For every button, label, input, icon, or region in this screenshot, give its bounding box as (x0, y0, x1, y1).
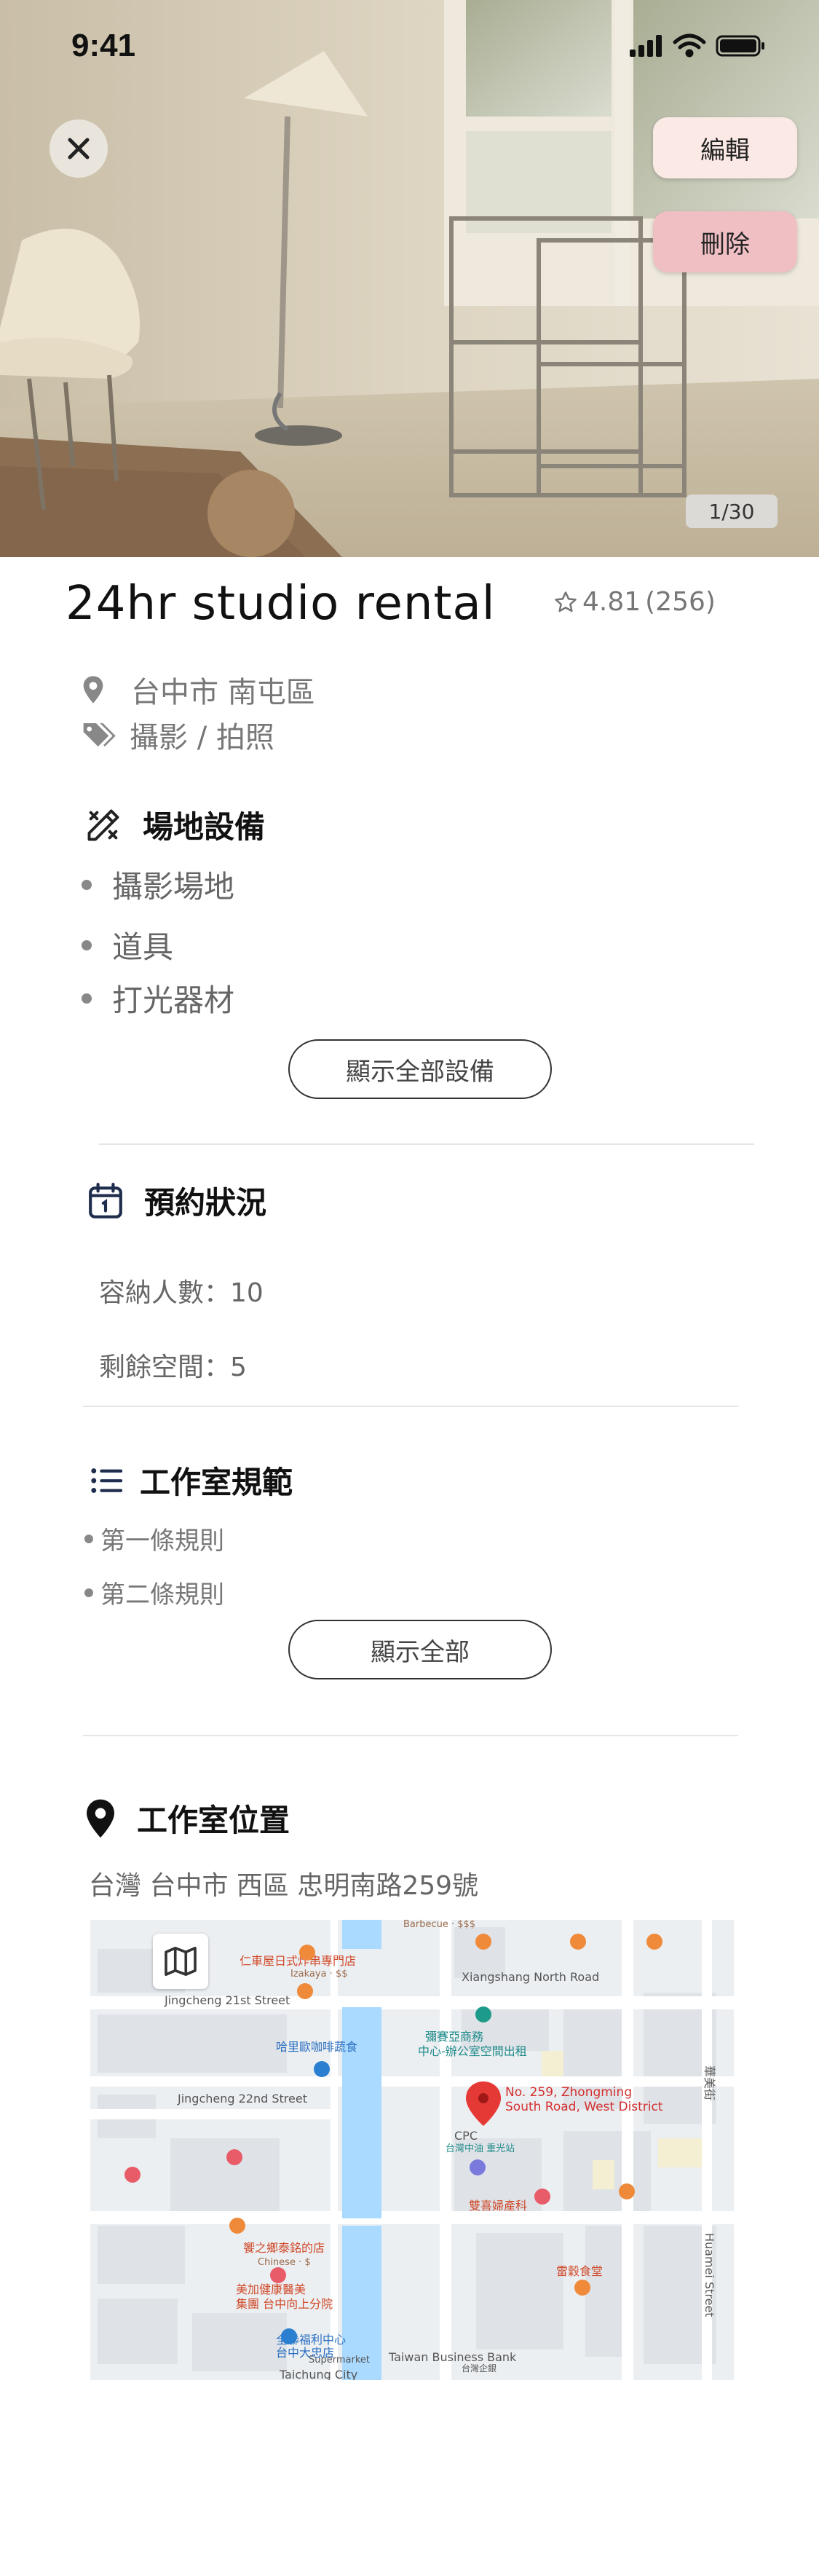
bullet (82, 879, 92, 890)
list-icon (91, 1468, 123, 1493)
map-label: Taiwan Business Bank (388, 2350, 517, 2364)
map-label: Barbecue · $$$ (403, 1920, 475, 1930)
map-label: 彌賽亞商務 (425, 2030, 483, 2044)
wifi-icon (673, 34, 706, 58)
signal-icon (630, 35, 662, 57)
equipment-item-label: 打光器材 (112, 982, 235, 1018)
map-label: Izakaya · $$ (290, 1969, 348, 1980)
map-label: Xiangshang North Road (462, 1970, 599, 1984)
location-pin-icon (83, 676, 103, 704)
equipment-item: 攝影場地 (82, 862, 234, 907)
equipment-header: 場地設備 (84, 803, 265, 847)
hero-photo[interactable] (0, 0, 819, 557)
status-time: 9:41 (71, 28, 136, 63)
map-icon (165, 1947, 197, 1976)
capacity-text: 容納人數：10 (99, 1278, 264, 1308)
bullet (84, 1588, 93, 1597)
map-label: Jingcheng 21st Street (164, 1993, 290, 2007)
map-label: 哈里歐咖啡蔬食 (276, 2040, 357, 2054)
photo-counter: 1/30 (686, 495, 778, 528)
location-text: 台中市 南屯區 (131, 676, 315, 709)
star-icon (555, 591, 577, 612)
map-pin-icon (87, 1799, 114, 1838)
map-label: 饗之鄉泰銘的店 (243, 2241, 325, 2255)
divider (83, 1406, 738, 1407)
close-button[interactable] (50, 119, 108, 178)
battery-icon (716, 35, 764, 57)
listing-title: 24hr studio rental (66, 577, 496, 631)
map-label: 台中大忠店 (276, 2346, 334, 2360)
divider (99, 1143, 754, 1145)
equipment-item-label: 道具 (112, 929, 174, 965)
booking-heading: 預約狀況 (144, 1185, 267, 1221)
close-icon (68, 138, 90, 159)
rules-heading: 工作室規範 (140, 1465, 293, 1500)
rating-value: 4.81 (582, 587, 641, 617)
rating: 4.81 (256) (553, 587, 716, 617)
delete-button[interactable]: 刪除 (653, 211, 797, 272)
map-label: Chinese · $ (258, 2257, 311, 2268)
map-view-button[interactable] (153, 1934, 208, 1989)
map-label: 美加健康醫美 (236, 2282, 306, 2296)
equipment-item-label: 攝影場地 (112, 869, 235, 905)
equipment-item: 道具 (82, 923, 173, 967)
map-pin-label: No. 259, Zhongming (505, 2085, 632, 2100)
rating-count: (256) (645, 587, 716, 617)
map-label: 台灣中油 重光站 (446, 2143, 515, 2154)
tools-icon (87, 809, 119, 840)
rule-item: 第二條規則 (84, 1575, 224, 1610)
studio-photo (0, 0, 819, 557)
calendar-icon (89, 1182, 122, 1218)
map-label: CPC (454, 2129, 478, 2143)
category-row: 攝影 / 拍照 (82, 714, 274, 756)
equipment-heading: 場地設備 (143, 809, 266, 845)
bullet (82, 940, 92, 950)
show-all-equipment-button[interactable]: 顯示全部設備 (288, 1039, 552, 1099)
map-pin-label: South Road, West District (505, 2100, 663, 2114)
bullet (82, 993, 92, 1004)
map-label: 集團 台中向上分院 (236, 2297, 333, 2311)
rule-item: 第一條規則 (84, 1521, 224, 1556)
location-heading: 工作室位置 (137, 1803, 290, 1838)
map-label: 台灣企銀 (462, 2363, 496, 2374)
map-label: 中心-辦公室空間出租 (418, 2044, 527, 2058)
booking-header: 預約狀況 (87, 1178, 266, 1223)
bullet (84, 1534, 93, 1543)
category-text: 攝影 / 拍照 (130, 721, 274, 755)
map-label: 雙喜婦產科 (469, 2199, 527, 2213)
rule-item-label: 第一條規則 (100, 1527, 224, 1556)
remaining-space-text: 剩餘空間：5 (99, 1352, 247, 1382)
map-label: Huamei Street (703, 2233, 716, 2317)
rule-item-label: 第二條規則 (100, 1580, 224, 1610)
status-icons (630, 31, 775, 63)
map-label: 雷穀食堂 (556, 2264, 603, 2278)
edit-button[interactable]: 編輯 (653, 117, 797, 178)
location-row: 台中市 南屯區 (82, 669, 315, 711)
divider (83, 1735, 738, 1736)
map-label: 華美街 (703, 2065, 716, 2100)
map-label: Taichung City (279, 2368, 357, 2380)
address-text: 台灣 台中市 西區 忠明南路259號 (89, 1871, 479, 1901)
map-label: 仁車屋日式炸串專門店 (240, 1954, 356, 1968)
equipment-item: 打光器材 (82, 976, 234, 1020)
location-header: 工作室位置 (84, 1796, 290, 1840)
tags-icon (83, 723, 116, 747)
show-all-rules-button[interactable]: 顯示全部 (288, 1620, 552, 1679)
map-label: Jingcheng 22nd Street (177, 2092, 307, 2106)
rules-header: 工作室規範 (90, 1458, 293, 1502)
